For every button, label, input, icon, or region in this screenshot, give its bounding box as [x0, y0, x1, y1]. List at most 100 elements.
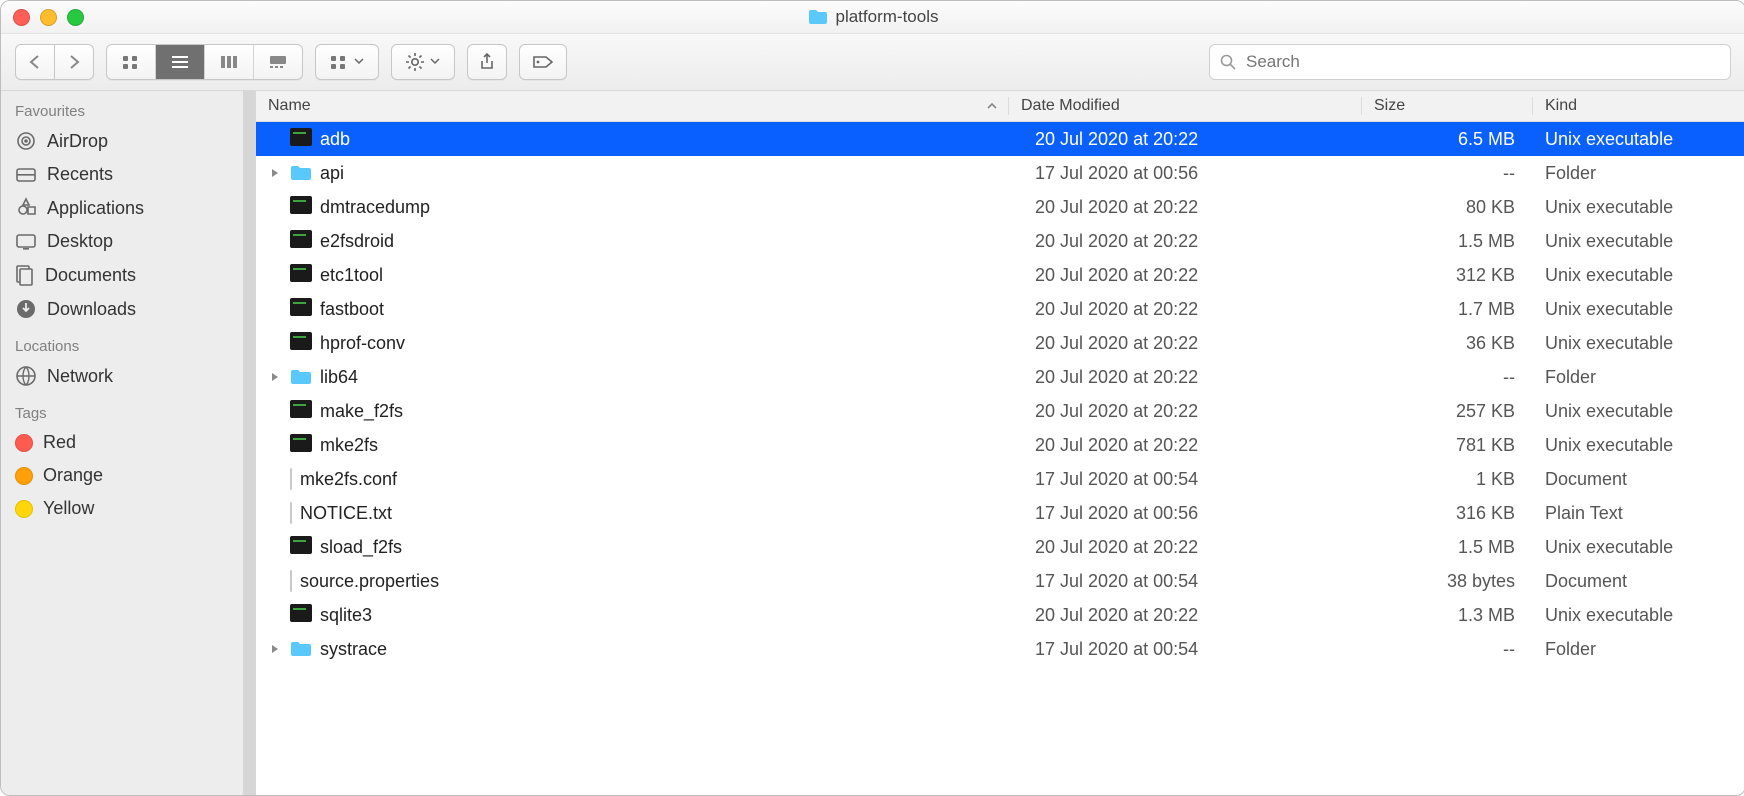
file-row[interactable]: api17 Jul 2020 at 00:56--Folder	[256, 156, 1744, 190]
exec-icon	[290, 434, 312, 457]
sidebar-item-orange[interactable]: Orange	[1, 459, 255, 492]
sidebar-item-network[interactable]: Network	[1, 359, 255, 393]
file-name: NOTICE.txt	[300, 503, 392, 524]
file-size: 1 KB	[1375, 469, 1533, 490]
file-date: 17 Jul 2020 at 00:54	[1023, 469, 1375, 490]
sidebar-item-documents[interactable]: Documents	[1, 258, 255, 292]
file-row[interactable]: adb20 Jul 2020 at 20:226.5 MBUnix execut…	[256, 122, 1744, 156]
icon-view-button[interactable]	[107, 45, 156, 79]
sidebar-item-red[interactable]: Red	[1, 426, 255, 459]
gallery-view-button[interactable]	[254, 45, 302, 79]
column-size[interactable]: Size	[1362, 97, 1533, 115]
file-size: 80 KB	[1375, 197, 1533, 218]
file-date: 20 Jul 2020 at 20:22	[1023, 367, 1375, 388]
sidebar-item-desktop[interactable]: Desktop	[1, 225, 255, 258]
file-size: --	[1375, 367, 1533, 388]
file-date: 17 Jul 2020 at 00:54	[1023, 639, 1375, 660]
sidebar-item-yellow[interactable]: Yellow	[1, 492, 255, 525]
airdrop-icon	[15, 130, 37, 152]
exec-icon	[290, 400, 312, 423]
action-menu-button[interactable]	[391, 44, 455, 80]
file-row[interactable]: make_f2fs20 Jul 2020 at 20:22257 KBUnix …	[256, 394, 1744, 428]
file-kind: Unix executable	[1533, 231, 1744, 252]
file-date: 20 Jul 2020 at 20:22	[1023, 605, 1375, 626]
share-icon	[479, 53, 495, 71]
file-row[interactable]: fastboot20 Jul 2020 at 20:221.7 MBUnix e…	[256, 292, 1744, 326]
file-row[interactable]: dmtracedump20 Jul 2020 at 20:2280 KBUnix…	[256, 190, 1744, 224]
file-row[interactable]: lib6420 Jul 2020 at 20:22--Folder	[256, 360, 1744, 394]
file-date: 17 Jul 2020 at 00:56	[1023, 163, 1375, 184]
close-button[interactable]	[13, 9, 30, 26]
file-date: 17 Jul 2020 at 00:56	[1023, 503, 1375, 524]
file-row[interactable]: source.properties17 Jul 2020 at 00:5438 …	[256, 564, 1744, 598]
file-row[interactable]: e2fsdroid20 Jul 2020 at 20:221.5 MBUnix …	[256, 224, 1744, 258]
disclosure-triangle[interactable]	[268, 168, 282, 178]
file-row[interactable]: mke2fs20 Jul 2020 at 20:22781 KBUnix exe…	[256, 428, 1744, 462]
minimize-button[interactable]	[40, 9, 57, 26]
sort-asc-icon	[986, 101, 998, 111]
search-input[interactable]	[1244, 51, 1720, 73]
file-size: 312 KB	[1375, 265, 1533, 286]
exec-icon	[290, 196, 312, 219]
file-name: api	[320, 163, 344, 184]
sidebar-item-label: Network	[47, 366, 113, 387]
titlebar: platform-tools	[1, 1, 1744, 34]
share-button[interactable]	[467, 44, 507, 80]
file-size: --	[1375, 639, 1533, 660]
file-size: --	[1375, 163, 1533, 184]
file-kind: Document	[1533, 469, 1744, 490]
sidebar-scrollbar[interactable]	[243, 91, 255, 795]
search-field[interactable]	[1209, 44, 1731, 80]
file-size: 781 KB	[1375, 435, 1533, 456]
file-size: 6.5 MB	[1375, 129, 1533, 150]
exec-icon	[290, 264, 312, 287]
sidebar-item-downloads[interactable]: Downloads	[1, 292, 255, 326]
disclosure-triangle[interactable]	[268, 644, 282, 654]
view-mode-segment	[106, 44, 303, 80]
desktop-icon	[15, 233, 37, 251]
sidebar-item-recents[interactable]: Recents	[1, 158, 255, 191]
file-kind: Plain Text	[1533, 503, 1744, 524]
column-kind[interactable]: Kind	[1533, 97, 1744, 115]
sidebar-section-title: Favourites	[1, 91, 255, 124]
file-kind: Folder	[1533, 367, 1744, 388]
file-row[interactable]: systrace17 Jul 2020 at 00:54--Folder	[256, 632, 1744, 666]
disclosure-triangle[interactable]	[268, 372, 282, 382]
file-date: 20 Jul 2020 at 20:22	[1023, 231, 1375, 252]
column-view-button[interactable]	[205, 45, 254, 79]
back-button[interactable]	[15, 44, 55, 80]
file-row[interactable]: sqlite320 Jul 2020 at 20:221.3 MBUnix ex…	[256, 598, 1744, 632]
file-name: etc1tool	[320, 265, 383, 286]
file-row[interactable]: mke2fs.conf17 Jul 2020 at 00:541 KBDocum…	[256, 462, 1744, 496]
exec-icon	[290, 230, 312, 253]
file-row[interactable]: etc1tool20 Jul 2020 at 20:22312 KBUnix e…	[256, 258, 1744, 292]
file-row[interactable]: NOTICE.txt17 Jul 2020 at 00:56316 KBPlai…	[256, 496, 1744, 530]
file-name: adb	[320, 129, 350, 150]
sidebar-item-label: Documents	[45, 265, 136, 286]
file-size: 1.7 MB	[1375, 299, 1533, 320]
file-size: 1.5 MB	[1375, 537, 1533, 558]
tags-button[interactable]	[519, 44, 567, 80]
maximize-button[interactable]	[67, 9, 84, 26]
group-by-button[interactable]	[315, 44, 379, 80]
file-date: 20 Jul 2020 at 20:22	[1023, 435, 1375, 456]
file-name: source.properties	[300, 571, 439, 592]
list-view-button[interactable]	[156, 45, 205, 79]
sidebar-item-label: Downloads	[47, 299, 136, 320]
file-date: 20 Jul 2020 at 20:22	[1023, 197, 1375, 218]
file-name: sqlite3	[320, 605, 372, 626]
sidebar-item-applications[interactable]: Applications	[1, 191, 255, 225]
file-row[interactable]: sload_f2fs20 Jul 2020 at 20:221.5 MBUnix…	[256, 530, 1744, 564]
column-date-modified[interactable]: Date Modified	[1009, 97, 1362, 115]
folder-icon	[290, 164, 312, 182]
recents-icon	[15, 166, 37, 184]
sidebar-item-airdrop[interactable]: AirDrop	[1, 124, 255, 158]
file-kind: Unix executable	[1533, 197, 1744, 218]
file-kind: Unix executable	[1533, 401, 1744, 422]
forward-button[interactable]	[55, 44, 94, 80]
column-name[interactable]: Name	[256, 97, 1009, 115]
file-name: sload_f2fs	[320, 537, 402, 558]
file-row[interactable]: hprof-conv20 Jul 2020 at 20:2236 KBUnix …	[256, 326, 1744, 360]
sidebar-item-label: Red	[43, 432, 76, 453]
exec-icon	[290, 604, 312, 627]
